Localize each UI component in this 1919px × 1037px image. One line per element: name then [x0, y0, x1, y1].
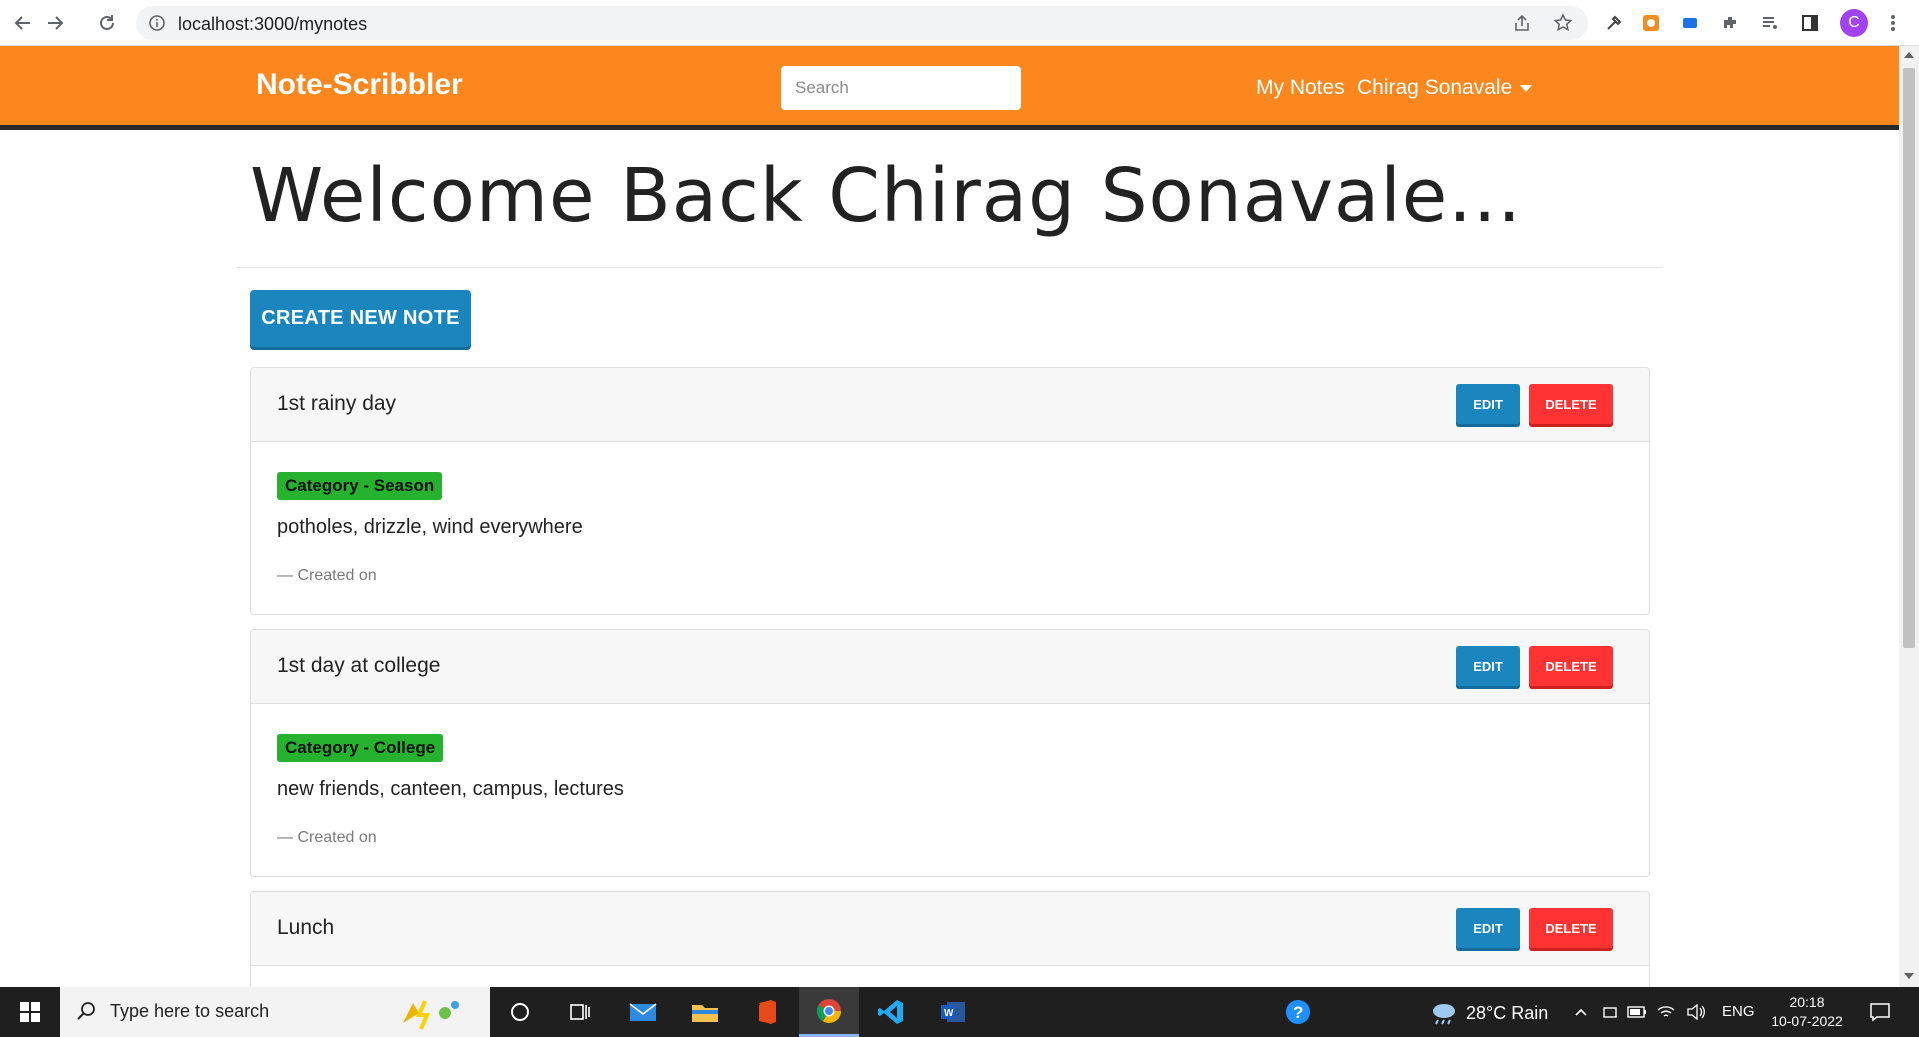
battery-icon[interactable]: [1625, 987, 1649, 1037]
vscode-icon[interactable]: [861, 987, 921, 1037]
edit-button[interactable]: EDIT: [1456, 908, 1520, 948]
show-hidden-icons-chevron-icon[interactable]: [1570, 987, 1592, 1037]
back-icon[interactable]: [8, 8, 38, 38]
clock[interactable]: 20:18 10-07-2022: [1768, 993, 1846, 1031]
browser-toolbar: localhost:3000/mynotes C: [0, 0, 1919, 46]
word-icon[interactable]: W: [923, 987, 983, 1037]
cortana-icon[interactable]: [490, 987, 550, 1037]
notification-icon[interactable]: [1860, 987, 1900, 1037]
site-info-icon[interactable]: [148, 14, 166, 37]
delete-button[interactable]: DELETE: [1529, 384, 1613, 424]
extensions-puzzle-icon[interactable]: [1717, 10, 1743, 36]
clock-time: 20:18: [1789, 994, 1825, 1010]
search-highlight-icon: [395, 993, 475, 1037]
taskbar-search-box[interactable]: Type here to search: [60, 987, 490, 1037]
bookmark-star-icon[interactable]: [1550, 10, 1576, 36]
scroll-up-arrow-icon[interactable]: [1904, 52, 1914, 58]
category-badge: Category - Season: [277, 472, 443, 500]
scrollbar-thumb[interactable]: [1903, 68, 1915, 648]
screen: localhost:3000/mynotes C Note-Scribbler …: [0, 0, 1919, 1037]
taskbar: Type here to search W ? 28°C Rain ENG 20…: [0, 987, 1919, 1037]
share-icon[interactable]: [1509, 10, 1535, 36]
app-navbar: Note-Scribbler My Notes Chirag Sonavale: [0, 46, 1899, 130]
svg-text:?: ?: [1293, 1003, 1303, 1022]
delete-button[interactable]: DELETE: [1529, 908, 1613, 948]
brand-logo[interactable]: Note-Scribbler: [256, 68, 463, 102]
clock-date: 10-07-2022: [1771, 1013, 1843, 1029]
page-scrollbar[interactable]: [1899, 46, 1919, 987]
windows-start-icon[interactable]: [0, 987, 60, 1037]
chevron-down-icon: [1520, 84, 1533, 92]
weather-widget[interactable]: 28°C Rain: [1430, 1001, 1548, 1025]
note-title: Lunch: [277, 916, 335, 939]
rain-cloud-icon: [1433, 1004, 1455, 1025]
office-icon[interactable]: [737, 987, 797, 1037]
category-badge: Category - College: [277, 734, 444, 762]
language-indicator[interactable]: ENG: [1722, 1003, 1755, 1020]
forward-icon[interactable]: [40, 8, 70, 38]
scroll-down-arrow-icon[interactable]: [1904, 973, 1914, 979]
note-title: 1st day at college: [277, 654, 441, 677]
mail-icon[interactable]: [613, 987, 673, 1037]
eyedropper-extension-icon[interactable]: [1601, 10, 1627, 36]
search-input[interactable]: [781, 66, 1021, 110]
nav-my-notes-link[interactable]: My Notes: [1256, 76, 1345, 100]
meet-now-icon[interactable]: [1598, 987, 1622, 1037]
note-body: Category - College new friends, canteen,…: [251, 704, 1649, 876]
chrome-icon[interactable]: [799, 987, 859, 1037]
note-content: new friends, canteen, campus, lectures: [277, 778, 624, 800]
note-content: potholes, drizzle, wind everywhere: [277, 516, 583, 538]
delete-button[interactable]: DELETE: [1529, 646, 1613, 686]
extension-orange-icon[interactable]: [1638, 10, 1664, 36]
svg-text:W: W: [944, 1008, 954, 1019]
task-view-icon[interactable]: [550, 987, 610, 1037]
note-created-on: — Created on: [277, 829, 377, 846]
side-panel-icon[interactable]: [1797, 10, 1823, 36]
edit-button[interactable]: EDIT: [1456, 384, 1520, 424]
file-explorer-icon[interactable]: [675, 987, 735, 1037]
search-icon: [76, 1001, 96, 1026]
user-name: Chirag Sonavale: [1357, 76, 1513, 99]
media-queue-icon[interactable]: [1757, 10, 1783, 36]
volume-icon[interactable]: [1684, 987, 1708, 1037]
create-note-button[interactable]: CREATE NEW NOTE: [250, 290, 471, 347]
edit-button[interactable]: EDIT: [1456, 646, 1520, 686]
address-bar[interactable]: localhost:3000/mynotes: [136, 6, 1588, 40]
note-header[interactable]: 1st rainy day EDIT DELETE: [251, 368, 1649, 442]
note-created-on: — Created on: [277, 567, 377, 584]
browser-menu-icon[interactable]: [1880, 10, 1906, 36]
divider: [236, 267, 1663, 268]
note-title: 1st rainy day: [277, 392, 397, 415]
user-dropdown[interactable]: Chirag Sonavale: [1357, 76, 1533, 100]
note-header[interactable]: Lunch EDIT DELETE: [251, 892, 1649, 966]
page-title: Welcome Back Chirag Sonavale...: [250, 153, 1522, 239]
reload-icon[interactable]: [92, 8, 122, 38]
help-icon[interactable]: ?: [1268, 987, 1328, 1037]
extension-blue-icon[interactable]: [1677, 10, 1703, 36]
taskbar-search-placeholder: Type here to search: [110, 1001, 270, 1021]
profile-avatar[interactable]: C: [1840, 9, 1868, 37]
url-text: localhost:3000/mynotes: [178, 14, 368, 34]
wifi-icon[interactable]: [1654, 987, 1678, 1037]
note-card: 1st rainy day EDIT DELETE Category - Sea…: [250, 367, 1650, 615]
weather-text: 28°C Rain: [1466, 1002, 1549, 1023]
note-card: 1st day at college EDIT DELETE Category …: [250, 629, 1650, 877]
note-body: Category - Season potholes, drizzle, win…: [251, 442, 1649, 614]
note-header[interactable]: 1st day at college EDIT DELETE: [251, 630, 1649, 704]
